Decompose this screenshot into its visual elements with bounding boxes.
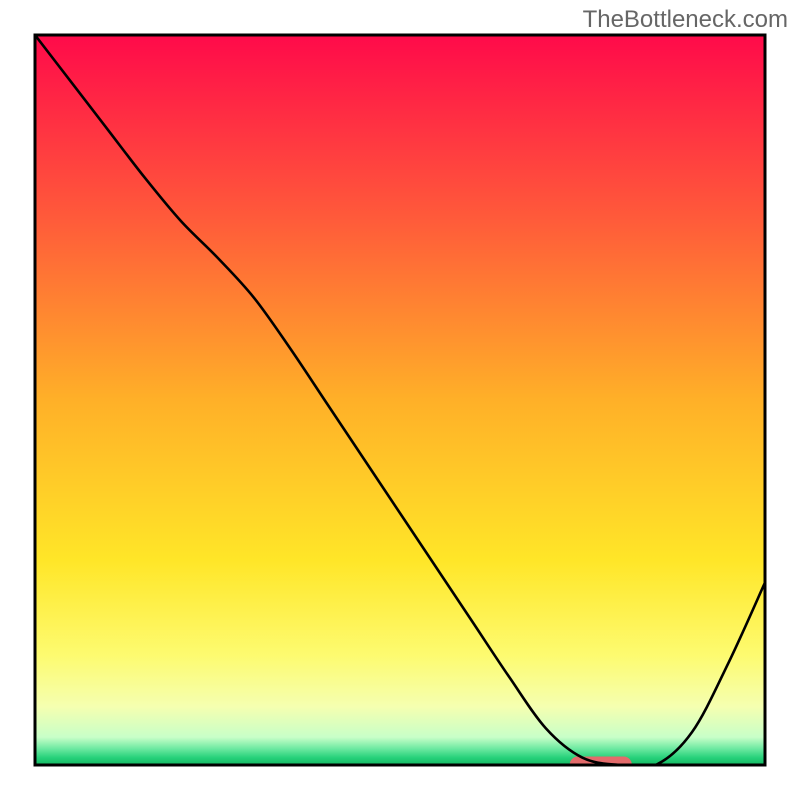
- bottleneck-chart: [0, 0, 800, 800]
- gradient-background: [35, 35, 765, 765]
- watermark-label: TheBottleneck.com: [583, 6, 788, 34]
- chart-container: TheBottleneck.com: [0, 0, 800, 800]
